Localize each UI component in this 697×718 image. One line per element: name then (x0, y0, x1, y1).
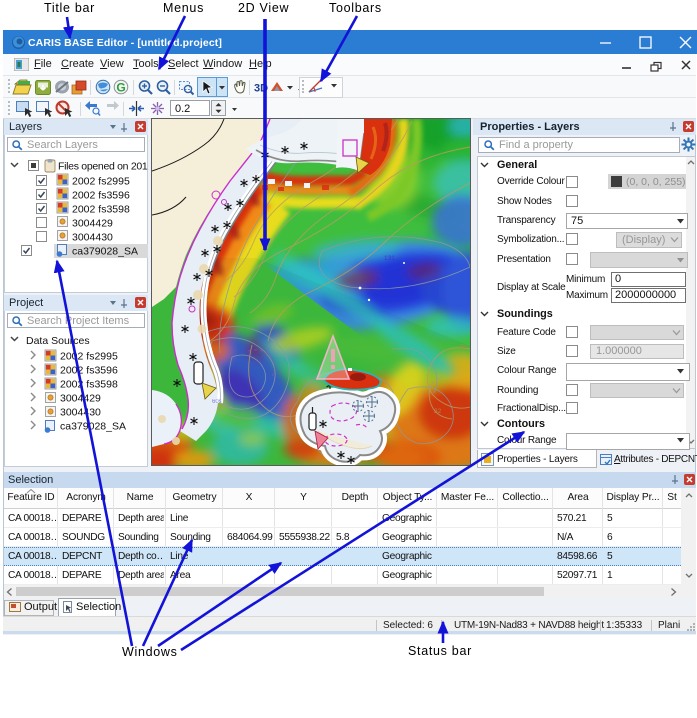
svg-text:ca379028_SA: ca379028_SA (60, 421, 126, 433)
svg-text:2002 fs3598: 2002 fs3598 (72, 204, 130, 216)
svg-text:32: 32 (434, 408, 442, 415)
svg-text:ca379028_SA: ca379028_SA (72, 246, 138, 258)
svg-text:Data Sources: Data Sources (26, 335, 90, 347)
svg-text:2002 fs2995: 2002 fs2995 (60, 351, 118, 363)
svg-text:2002 fs3596: 2002 fs3596 (60, 365, 118, 377)
svg-text:54: 54 (460, 344, 468, 351)
svg-text:2002 fs3598: 2002 fs3598 (60, 379, 118, 391)
svg-text:131: 131 (384, 255, 395, 262)
svg-text:3004430: 3004430 (72, 232, 113, 244)
svg-text:60s: 60s (212, 399, 222, 405)
svg-text:G: G (116, 81, 125, 95)
svg-text:2002 fs3596: 2002 fs3596 (72, 190, 130, 202)
svg-text:Files opened on 201...: Files opened on 201... (58, 161, 148, 173)
svg-text:2002 fs2995: 2002 fs2995 (72, 176, 130, 188)
svg-text:3004429: 3004429 (72, 218, 113, 230)
svg-text:3004429: 3004429 (60, 393, 101, 405)
svg-text:3004430: 3004430 (60, 407, 101, 419)
svg-text:3D: 3D (254, 83, 268, 95)
